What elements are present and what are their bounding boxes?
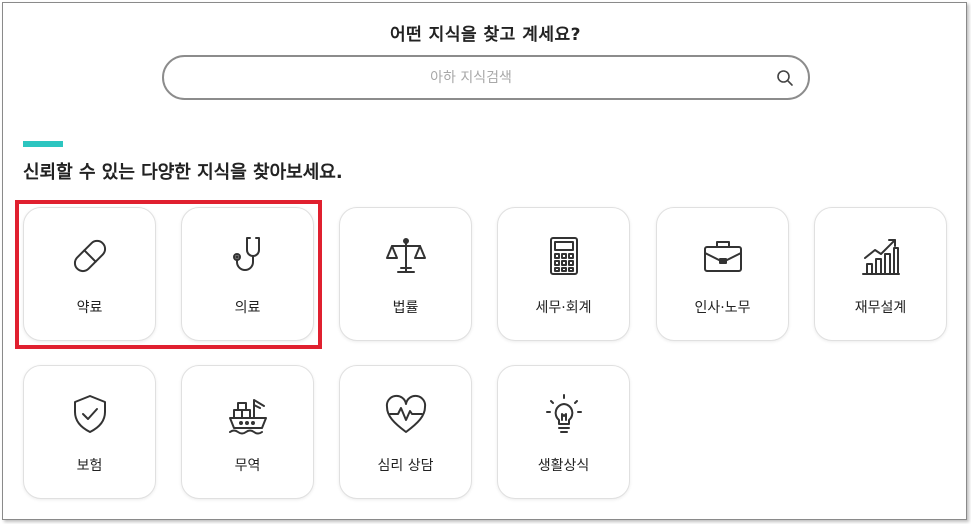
category-label: 보험 (76, 458, 103, 474)
highlight-box (15, 200, 322, 349)
category-label: 세무·회계 (535, 300, 592, 316)
lightbulb-icon (542, 392, 586, 436)
cargo-ship-icon (226, 392, 270, 436)
category-card-insurance[interactable]: 보험 (23, 365, 156, 499)
category-label: 생활상식 (537, 458, 590, 474)
category-label: 재무설계 (854, 300, 907, 316)
page-question: 어떤 지식을 찾고 계세요? (389, 25, 582, 45)
category-card-counseling[interactable]: 심리 상담 (339, 365, 472, 499)
calculator-icon (542, 234, 586, 278)
category-label: 무역 (234, 458, 261, 474)
heartbeat-icon (384, 392, 428, 436)
category-label: 법률 (392, 300, 419, 316)
category-card-hr-labor[interactable]: 인사·노무 (656, 207, 789, 341)
briefcase-icon (701, 234, 745, 278)
category-card-trade[interactable]: 무역 (181, 365, 314, 499)
category-card-life-tips[interactable]: 생활상식 (497, 365, 630, 499)
search-icon[interactable] (776, 69, 794, 87)
shield-check-icon (68, 392, 112, 436)
category-label: 인사·노무 (694, 300, 751, 316)
growth-chart-icon (859, 234, 903, 278)
scales-icon (384, 234, 428, 278)
category-card-tax-accounting[interactable]: 세무·회계 (497, 207, 630, 341)
category-card-law[interactable]: 법률 (339, 207, 472, 341)
section-accent-bar (23, 141, 63, 147)
search-input[interactable] (184, 67, 758, 89)
category-label: 심리 상담 (377, 458, 434, 474)
section-title: 신뢰할 수 있는 다양한 지식을 찾아보세요. (23, 162, 343, 183)
search-box[interactable] (162, 55, 810, 100)
category-card-financial-planning[interactable]: 재무설계 (814, 207, 947, 341)
